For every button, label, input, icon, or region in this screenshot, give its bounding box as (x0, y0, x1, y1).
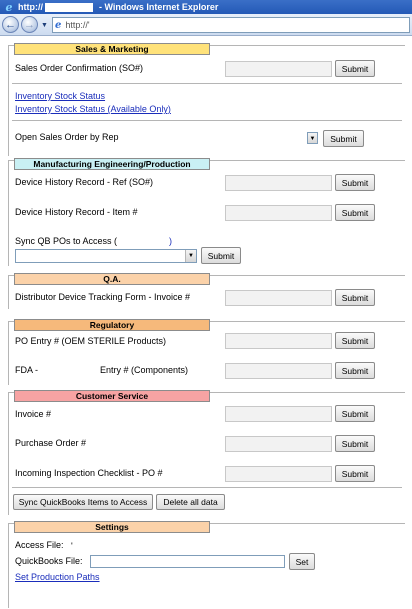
sync-qb-pos-label: Sync QB POs to Access () (15, 236, 172, 246)
page-icon: e (55, 19, 62, 31)
open-sales-order-label: Open Sales Order by Rep (15, 132, 119, 142)
distributor-tracking-label: Distributor Device Tracking Form - Invoi… (15, 292, 191, 302)
quickbooks-file-input[interactable] (90, 555, 285, 568)
section-manufacturing: Manufacturing Engineering/Production Dev… (8, 158, 405, 266)
section-settings: Settings Access File: QuickBooks File: S… (8, 521, 405, 608)
back-button[interactable]: ← (2, 16, 19, 33)
divider (12, 120, 402, 121)
divider (12, 487, 402, 488)
access-file-label: Access File: (15, 540, 64, 550)
invoice-label: Invoice # (15, 409, 52, 419)
rep-select[interactable]: ▼ (225, 131, 319, 145)
entry-components-submit[interactable]: Submit (335, 362, 375, 379)
window-title-suffix: - Windows Internet Explorer (99, 2, 219, 12)
purchase-order-input[interactable] (225, 436, 332, 452)
section-header-sales: Sales & Marketing (14, 43, 210, 55)
window-titlebar: e http:// - Windows Internet Explorer (0, 0, 412, 14)
section-header-qa: Q.A. (14, 273, 210, 285)
dhr-ref-input[interactable] (225, 175, 332, 191)
po-entry-submit[interactable]: Submit (335, 332, 375, 349)
address-bar: ← → ▼ e (0, 14, 412, 36)
section-header-settings: Settings (14, 521, 210, 533)
url-input[interactable] (65, 20, 366, 30)
entry-components-label: Entry # (Components) (100, 365, 189, 375)
dhr-ref-submit[interactable]: Submit (335, 174, 375, 191)
sync-qb-pos-submit[interactable]: Submit (201, 247, 241, 264)
recent-pages-dropdown-icon[interactable]: ▼ (41, 22, 48, 29)
purchase-order-submit[interactable]: Submit (335, 435, 375, 452)
distributor-tracking-submit[interactable]: Submit (335, 289, 375, 306)
section-sales-marketing: Sales & Marketing Sales Order Confirmati… (8, 43, 405, 156)
invoice-input[interactable] (225, 406, 332, 422)
dhr-item-submit[interactable]: Submit (335, 204, 375, 221)
fda-label: FDA - (15, 365, 39, 375)
window-title-redacted (45, 2, 93, 12)
sales-order-confirmation-submit[interactable]: Submit (335, 60, 375, 77)
entry-components-input[interactable] (225, 363, 332, 379)
sales-order-confirmation-input[interactable] (225, 61, 332, 77)
sync-qb-pos-select[interactable]: ▼ (15, 249, 197, 263)
po-entry-label: PO Entry # (OEM STERILE Products) (15, 336, 167, 346)
delete-all-data-button[interactable]: Delete all data (156, 494, 225, 510)
divider (12, 83, 402, 84)
incoming-inspection-label: Incoming Inspection Checklist - PO # (15, 468, 163, 478)
set-production-paths-link[interactable]: Set Production Paths (15, 572, 100, 582)
sync-qb-pos-label-text: Sync QB POs to Access ( (15, 236, 118, 246)
dhr-item-label: Device History Record - Item # (15, 207, 138, 217)
inventory-stock-status-link[interactable]: Inventory Stock Status (15, 91, 105, 101)
page-content: Sales & Marketing Sales Order Confirmati… (0, 36, 412, 609)
forward-button[interactable]: → (21, 16, 38, 33)
po-entry-input[interactable] (225, 333, 332, 349)
url-field-container[interactable]: e (52, 17, 410, 33)
incoming-inspection-input[interactable] (225, 466, 332, 482)
sync-quickbooks-items-button[interactable]: Sync QuickBooks Items to Access (13, 494, 153, 510)
invoice-submit[interactable]: Submit (335, 405, 375, 422)
access-file-input[interactable] (68, 539, 262, 552)
section-header-customer-service: Customer Service (14, 390, 210, 402)
window-title-prefix: http:// (18, 2, 43, 12)
purchase-order-label: Purchase Order # (15, 438, 87, 448)
dhr-item-input[interactable] (225, 205, 332, 221)
sync-qb-pos-label-close: ) (169, 236, 173, 246)
dhr-ref-label: Device History Record - Ref (SO#) (15, 177, 154, 187)
incoming-inspection-submit[interactable]: Submit (335, 465, 375, 482)
section-qa: Q.A. Distributor Device Tracking Form - … (8, 273, 405, 309)
section-header-regulatory: Regulatory (14, 319, 210, 331)
quickbooks-file-label: QuickBooks File: (15, 556, 83, 566)
section-customer-service: Customer Service Invoice # Submit Purcha… (8, 390, 405, 515)
set-quickbooks-file-button[interactable]: Set (289, 553, 315, 570)
open-sales-order-submit[interactable]: Submit (323, 130, 364, 147)
section-regulatory: Regulatory PO Entry # (OEM STERILE Produ… (8, 319, 405, 385)
internet-explorer-icon: e (5, 0, 13, 14)
chevron-down-icon: ▼ (185, 250, 196, 262)
inventory-stock-status-available-link[interactable]: Inventory Stock Status (Available Only) (15, 104, 171, 114)
chevron-down-icon: ▼ (307, 132, 318, 144)
section-header-manufacturing: Manufacturing Engineering/Production (14, 158, 210, 170)
sales-order-confirmation-label: Sales Order Confirmation (SO#) (15, 63, 144, 73)
distributor-tracking-input[interactable] (225, 290, 332, 306)
